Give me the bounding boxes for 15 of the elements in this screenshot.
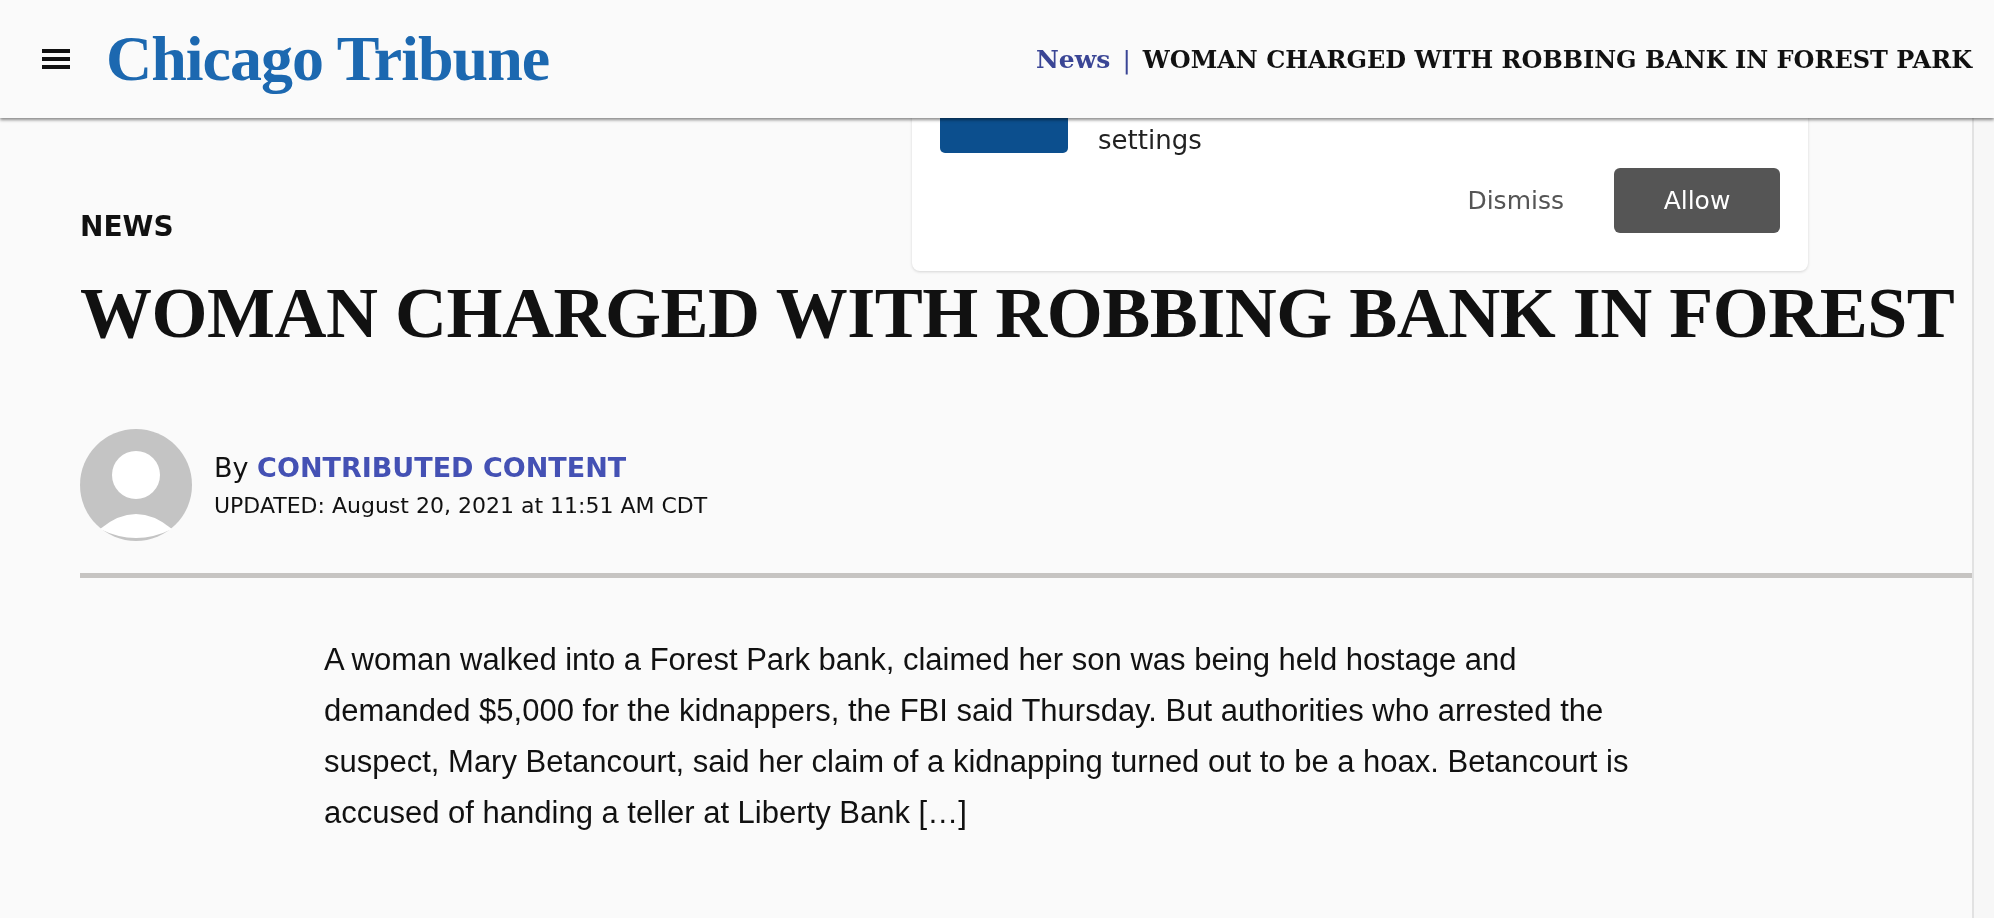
dismiss-button[interactable]: Dismiss — [1457, 168, 1574, 233]
article-headline: WOMAN CHARGED WITH ROBBING BANK IN FOREST — [80, 277, 1956, 349]
allow-button[interactable]: Allow — [1614, 168, 1780, 233]
byline: By CONTRIBUTED CONTENT — [214, 452, 628, 483]
site-logo[interactable]: Chicago Tribune — [106, 22, 550, 96]
notification-text: settings — [1098, 127, 1202, 153]
breadcrumb-separator: | — [1122, 44, 1131, 74]
section-link[interactable]: News — [1036, 44, 1111, 74]
header-title: WOMAN CHARGED WITH ROBBING BANK IN FOREST PARK — [1142, 44, 1972, 74]
avatar-icon — [80, 429, 192, 541]
section-label: NEWS — [80, 210, 175, 243]
article-body: A woman walked into a Forest Park bank, claimed her son was being held hostage and demanded $5,000 for the kidnappers, the FBI said Thursday. But authorities who arrested the suspect, Mary Betancourt, said her claim of a kidnapping turned out to be a hoax. Betancourt is accused of handing a teller at Liberty Bank […] — [324, 641, 1630, 832]
author-link[interactable]: CONTRIBUTED CONTENT — [257, 452, 627, 483]
updated-date: UPDATED: August 20, 2021 at 11:51 AM CDT — [214, 493, 708, 518]
menu-icon[interactable] — [42, 49, 70, 69]
